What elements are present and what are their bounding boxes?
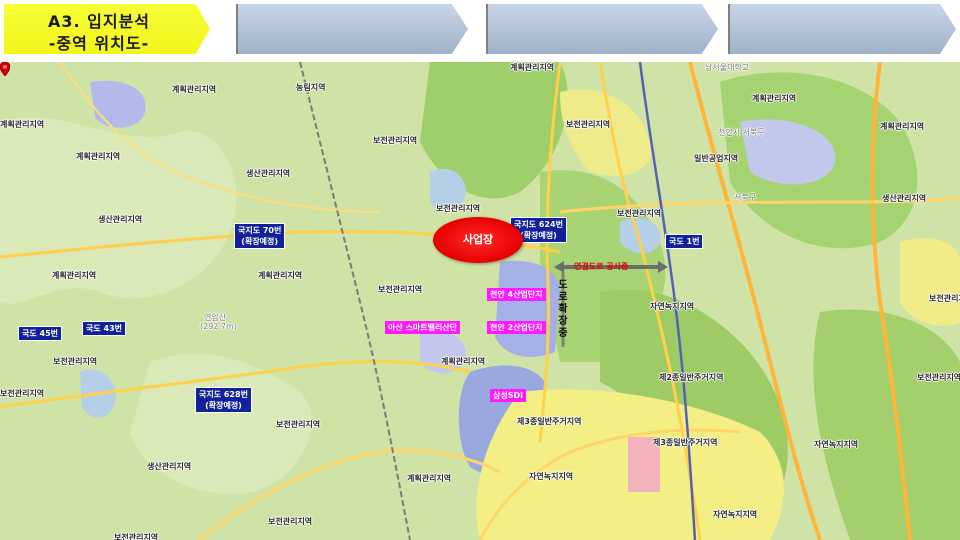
section-title-line2: -중역 위치도- (48, 34, 150, 53)
zone-label: 보전관리지역 (917, 373, 960, 382)
step-arrow-2 (486, 4, 718, 54)
road-expansion-char: 로 (558, 292, 568, 303)
section-title-line1: A3. 입지분석 (47, 12, 151, 31)
zone-label: 계획관리지역 (441, 357, 486, 366)
zone-label: 보전관리지역 (436, 204, 481, 213)
zone-label: 계획관리지역 (880, 122, 925, 131)
zone-label: 생산관리지역 (147, 462, 192, 471)
road-tag-line1: 국지도 70번 (238, 226, 282, 235)
road-expansion-char: 도 (558, 280, 568, 291)
zone-label: 보전관리지역 (566, 120, 611, 129)
zone-label: 계획관리지역 (752, 94, 797, 103)
zone-label: 보전관리지역 (114, 533, 159, 540)
zone-label: 계획관리지역 (407, 474, 452, 483)
road-tag-gukji70: 국지도 70번 (확장예정) (234, 223, 286, 249)
zone-label: 계획관리지역 (510, 63, 555, 72)
zone-label: 제2종일반주거지역 (659, 373, 724, 382)
zone-label: 보전관리지역 (276, 420, 321, 429)
road-tag-gukdo45: 국도 45번 (18, 326, 62, 341)
road-tag-line1: 국도 1번 (669, 237, 700, 246)
step-arrow-3 (728, 4, 956, 54)
zone-label: 제3종일반주거지역 (653, 438, 718, 447)
zone-label: 천안시 서북구 (718, 128, 765, 137)
zone-label: 계획관리지역 (258, 271, 303, 280)
zone-label: 자연녹지지역 (713, 510, 758, 519)
connector-road-label: 연결도로 공사중 (574, 262, 629, 271)
road-expansion-label: 도 로 확 장 중 (556, 280, 570, 340)
zone-label: 남서울대학교 (705, 63, 750, 72)
road-expansion-char: 중 (558, 328, 568, 339)
location-pin-icon (0, 62, 10, 76)
location-map: 계획관리지역 농림지역 계획관리지역 계획관리지역 남서울대학교 계획관리지역 … (0, 62, 960, 540)
road-tag-line1: 국도 43번 (86, 324, 122, 333)
industrial-tag-sdi: 삼성SDI (490, 389, 527, 402)
slide-header: A3. 입지분석 -중역 위치도- (0, 0, 960, 62)
peak-elevation: (292.7m) (200, 322, 237, 331)
road-tag-line2: (확장예정) (205, 401, 242, 410)
zone-label: 생산관리지역 (882, 194, 927, 203)
zone-label: 자연녹지지역 (814, 440, 859, 449)
step-arrow-1 (236, 4, 468, 54)
urban-area-east (900, 238, 960, 326)
industrial-area-4 (495, 260, 560, 357)
industrial-tag-4: 천안 4산업단지 (487, 288, 546, 301)
zone-label: 보전관리지역 (53, 357, 98, 366)
road-tag-gukdo43: 국도 43번 (82, 321, 126, 336)
zone-label: 계획관리지역 (76, 152, 121, 161)
road-expansion-char: 확 (558, 304, 568, 315)
road-expansion-char: 장 (558, 316, 568, 327)
zone-label: 보전관리지역 (617, 209, 662, 218)
zone-label: 자연녹지지역 (529, 472, 574, 481)
zone-label: 일반공업지역 (694, 154, 739, 163)
zone-label: 보전관리지역 (378, 285, 423, 294)
zone-label: 보전관리지역 (929, 294, 960, 303)
zone-label: 계획관리지역 (0, 120, 45, 129)
zone-label: 보전관리지역 (373, 136, 418, 145)
zone-label: 계획관리지역 (52, 271, 97, 280)
zone-label: 보전관리지역 (0, 389, 45, 398)
zone-label: 자연녹지지역 (650, 302, 695, 311)
road-tag-line1: 국도 45번 (22, 329, 58, 338)
road-tag-line1: 국지도 628번 (199, 390, 248, 399)
zone-label: 농림지역 (296, 83, 326, 92)
zone-label: 보전관리지역 (268, 517, 313, 526)
district-label: 서북구 (734, 193, 757, 202)
industrial-tag-2: 천안 2산업단지 (487, 321, 546, 334)
road-tag-gukdo1: 국도 1번 (665, 234, 704, 249)
section-title-box: A3. 입지분석 -중역 위치도- (4, 4, 210, 54)
industrial-tag-asan: 아산 스마트밸리산단 (385, 321, 461, 334)
site-marker: 사업장 (433, 217, 523, 263)
zone-label: 계획관리지역 (172, 85, 217, 94)
zone-label: 생산관리지역 (98, 215, 143, 224)
zone-label: 생산관리지역 (246, 169, 291, 178)
map-base (0, 62, 960, 540)
road-tag-line1: 국지도 624번 (514, 220, 563, 229)
road-tag-line2: (확장예정) (241, 237, 279, 246)
zone-label: 제3종일반주거지역 (517, 417, 582, 426)
road-tag-gukji628: 국지도 628번 (확장예정) (195, 387, 252, 413)
site-label: 사업장 (462, 233, 494, 246)
